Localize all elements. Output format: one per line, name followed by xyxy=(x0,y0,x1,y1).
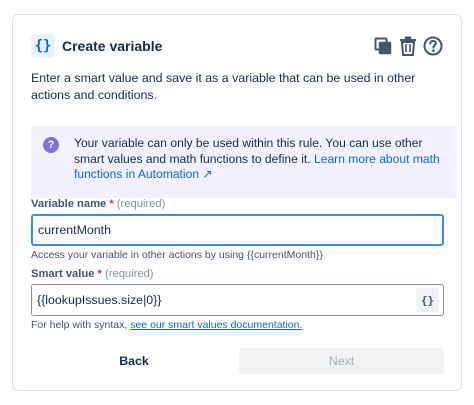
variable-name-input[interactable]: currentMonth xyxy=(31,214,444,246)
help-button[interactable] xyxy=(423,35,443,57)
variable-name-label: Variable name * (required) xyxy=(31,198,165,210)
smart-value-label-text: Smart value xyxy=(31,268,95,280)
question-icon: ? xyxy=(43,137,59,153)
info-message: ? Your variable can only be used within … xyxy=(31,126,457,198)
header-actions xyxy=(373,33,443,59)
delete-icon xyxy=(400,36,416,56)
panel-header: {} Create variable xyxy=(31,33,443,59)
next-button[interactable]: Next xyxy=(239,348,444,374)
delete-button[interactable] xyxy=(398,35,418,57)
variable-icon: {} xyxy=(31,34,55,58)
required-hint: (required) xyxy=(116,198,166,210)
panel-description: Enter a smart value and save it as a var… xyxy=(31,71,416,102)
duplicate-button[interactable] xyxy=(373,35,393,57)
variable-name-label-text: Variable name xyxy=(31,198,107,210)
variable-name-help: Access your variable in other actions by… xyxy=(31,249,323,261)
smart-values-docs-link[interactable]: see our smart values documentation. xyxy=(130,319,302,331)
back-button[interactable]: Back xyxy=(31,348,237,374)
smart-value-input[interactable]: {{lookupIssues.size|0}} {} xyxy=(31,284,444,316)
help-icon xyxy=(423,36,443,56)
variable-name-value: currentMonth xyxy=(38,223,112,237)
required-mark: * xyxy=(97,268,102,280)
required-hint: (required) xyxy=(105,268,154,280)
info-text: Your variable can only be used within th… xyxy=(74,136,449,183)
required-mark: * xyxy=(109,198,114,210)
panel-title: Create variable xyxy=(62,38,163,54)
smart-value-value: {{lookupIssues.size|0}} xyxy=(37,293,162,307)
duplicate-icon xyxy=(374,37,392,55)
create-variable-panel: {} Create variable Enter a smart value a… xyxy=(12,14,462,391)
smart-value-help-text: For help with syntax, xyxy=(31,319,131,331)
insert-smart-value-button[interactable]: {} xyxy=(416,288,439,312)
smart-value-help: For help with syntax, see our smart valu… xyxy=(31,319,302,331)
smart-value-label: Smart value * (required) xyxy=(31,268,154,280)
